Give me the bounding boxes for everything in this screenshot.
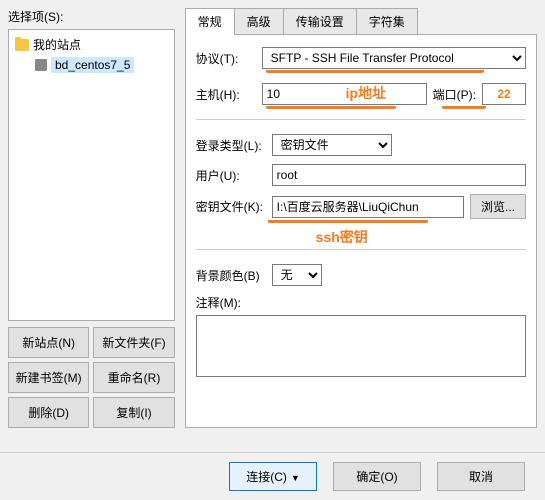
protocol-select[interactable]: SFTP - SSH File Transfer Protocol [262, 47, 526, 69]
user-row: 用户(U): [196, 164, 526, 186]
annotation-underline [442, 105, 486, 109]
tab-charset[interactable]: 字符集 [356, 8, 418, 34]
user-label: 用户(U): [196, 167, 266, 184]
dropdown-arrow-icon: ▼ [291, 473, 300, 483]
key-file-label: 密钥文件(K): [196, 198, 266, 215]
main-content: 选择项(S): 我的站点 bd_centos7_5 新站点(N) 新文件夹(F)… [8, 8, 537, 428]
key-file-row: 密钥文件(K): 浏览... [196, 194, 526, 219]
tab-content: 协议(T): SFTP - SSH File Transfer Protocol… [185, 35, 537, 428]
host-input[interactable] [262, 83, 427, 105]
bg-color-select[interactable]: 无 [272, 264, 322, 286]
site-manager-dialog: 选择项(S): 我的站点 bd_centos7_5 新站点(N) 新文件夹(F)… [0, 0, 545, 500]
key-file-input[interactable] [272, 196, 464, 218]
ssh-annotation: ssh密钥 [316, 227, 368, 247]
delete-button[interactable]: 删除(D) [8, 397, 89, 428]
host-label: 主机(H): [196, 86, 256, 103]
browse-button[interactable]: 浏览... [470, 194, 526, 219]
protocol-label: 协议(T): [196, 50, 256, 67]
dialog-button-bar: 连接(C) ▼ 确定(O) 取消 [0, 452, 545, 500]
protocol-row: 协议(T): SFTP - SSH File Transfer Protocol [196, 47, 526, 69]
select-label: 选择项(S): [8, 8, 175, 25]
new-bookmark-button[interactable]: 新建书签(M) [8, 362, 89, 393]
rename-button[interactable]: 重命名(R) [93, 362, 174, 393]
root-label: 我的站点 [33, 36, 81, 53]
server-icon [35, 59, 47, 71]
login-type-label: 登录类型(L): [196, 137, 266, 154]
tree-root[interactable]: 我的站点 [11, 34, 172, 55]
left-panel: 选择项(S): 我的站点 bd_centos7_5 新站点(N) 新文件夹(F)… [8, 8, 175, 428]
annotation-underline [266, 105, 396, 109]
annotation-underline [268, 219, 428, 223]
port-input[interactable] [482, 83, 526, 105]
login-type-row: 登录类型(L): 密钥文件 [196, 134, 526, 156]
tab-transfer[interactable]: 传输设置 [283, 8, 357, 34]
tab-advanced[interactable]: 高级 [234, 8, 284, 34]
right-panel: 常规 高级 传输设置 字符集 协议(T): SFTP - SSH File Tr… [185, 8, 537, 428]
comment-label: 注释(M): [196, 294, 526, 311]
ok-button[interactable]: 确定(O) [333, 462, 421, 491]
new-site-button[interactable]: 新站点(N) [8, 327, 89, 358]
divider [196, 119, 526, 120]
tree-item[interactable]: bd_centos7_5 [19, 55, 172, 75]
tab-general[interactable]: 常规 [185, 8, 235, 34]
bg-color-row: 背景颜色(B) 无 [196, 264, 526, 286]
folder-icon [15, 39, 29, 51]
cancel-button[interactable]: 取消 [437, 462, 525, 491]
bg-color-label: 背景颜色(B) [196, 267, 266, 284]
site-name: bd_centos7_5 [51, 57, 134, 73]
login-type-select[interactable]: 密钥文件 [272, 134, 392, 156]
site-tree[interactable]: 我的站点 bd_centos7_5 [8, 29, 175, 321]
divider [196, 249, 526, 250]
connect-button[interactable]: 连接(C) ▼ [229, 462, 317, 491]
connect-label: 连接(C) [246, 470, 287, 484]
annotation-underline [266, 69, 484, 73]
site-buttons-grid: 新站点(N) 新文件夹(F) 新建书签(M) 重命名(R) 删除(D) 复制(I… [8, 327, 175, 428]
copy-button[interactable]: 复制(I) [93, 397, 174, 428]
ip-annotation: ip地址 [346, 83, 386, 103]
comment-textarea[interactable] [196, 315, 526, 377]
port-label: 端口(P): [433, 86, 476, 103]
user-input[interactable] [272, 164, 526, 186]
new-folder-button[interactable]: 新文件夹(F) [93, 327, 174, 358]
tab-bar: 常规 高级 传输设置 字符集 [185, 8, 537, 35]
